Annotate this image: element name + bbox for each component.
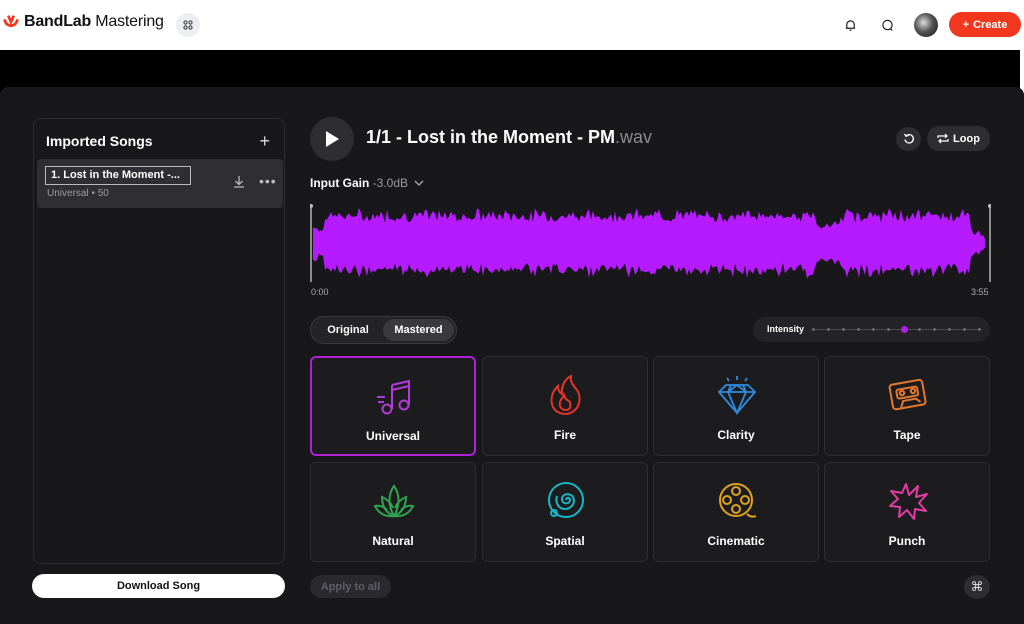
song-preset-meta: Universal • 50: [47, 188, 109, 199]
preset-card-universal[interactable]: Universal: [310, 356, 476, 456]
preset-card-spatial[interactable]: Spatial: [482, 462, 648, 562]
intensity-step[interactable]: [856, 328, 860, 331]
play-icon: [326, 131, 339, 147]
time-end: 3:55: [971, 287, 989, 297]
intensity-step[interactable]: [811, 328, 815, 331]
lotus-icon: [374, 484, 414, 518]
preset-label: Universal: [365, 429, 421, 443]
top-navigation-bar: BandLab Mastering + Create: [0, 0, 1024, 50]
brand-name: BandLab Mastering: [24, 13, 164, 30]
film-reel-icon: [719, 483, 757, 518]
bandlab-logo-icon: [3, 15, 19, 27]
list-item[interactable]: 1. Lost in the Moment -... Universal • 5…: [37, 159, 283, 208]
download-icon[interactable]: [233, 175, 245, 191]
marker-handle[interactable]: [310, 204, 313, 208]
preset-label: Cinematic: [707, 534, 765, 548]
brand-logo[interactable]: BandLab Mastering: [2, 13, 164, 31]
preset-label: Tape: [893, 428, 921, 442]
avatar[interactable]: [914, 13, 938, 37]
command-icon: ⌘: [970, 579, 984, 594]
add-song-button[interactable]: +: [259, 131, 270, 152]
messages-button[interactable]: [877, 15, 897, 35]
flame-icon: [550, 374, 581, 416]
preset-label: Fire: [553, 428, 576, 442]
intensity-handle[interactable]: [900, 326, 908, 333]
marker-handle[interactable]: [988, 204, 991, 208]
preset-card-punch[interactable]: Punch: [824, 462, 990, 562]
chevron-down-icon: [414, 180, 424, 186]
intensity-slider[interactable]: Intensity: [753, 317, 990, 342]
intensity-step[interactable]: [841, 328, 845, 331]
diamond-icon: [717, 376, 757, 416]
music-note-icon: [377, 379, 410, 415]
intensity-step[interactable]: [947, 328, 951, 331]
preset-card-clarity[interactable]: Clarity: [653, 356, 819, 456]
bell-icon: [845, 19, 855, 31]
play-button[interactable]: [310, 117, 354, 161]
cassette-icon: [888, 378, 927, 411]
original-toggle[interactable]: Original: [315, 319, 381, 341]
loop-button[interactable]: Loop: [927, 126, 990, 151]
intensity-step[interactable]: [871, 328, 875, 331]
song-title-field[interactable]: 1. Lost in the Moment -...: [45, 166, 191, 185]
intensity-step[interactable]: [917, 328, 921, 331]
time-start: 0:00: [311, 287, 329, 297]
apps-grid-icon: [183, 20, 193, 30]
panel-title: Imported Songs: [46, 133, 153, 149]
reset-button[interactable]: [896, 127, 921, 151]
mastered-toggle[interactable]: Mastered: [383, 319, 454, 341]
compare-toggle: Original Mastered: [310, 316, 457, 344]
intensity-step[interactable]: [977, 328, 981, 331]
preset-card-natural[interactable]: Natural: [310, 462, 476, 562]
input-gain-dropdown[interactable]: Input Gain -3.0dB: [310, 176, 424, 190]
intensity-step[interactable]: [826, 328, 830, 331]
download-song-button[interactable]: Download Song: [32, 574, 285, 598]
notifications-button[interactable]: [840, 15, 860, 35]
more-options-icon[interactable]: •••: [259, 173, 277, 189]
reset-icon: [903, 133, 914, 144]
preset-label: Natural: [372, 534, 414, 548]
preset-card-fire[interactable]: Fire: [482, 356, 648, 456]
intensity-step[interactable]: [886, 328, 890, 331]
apply-to-all-button[interactable]: Apply to all: [310, 575, 391, 598]
intensity-label: Intensity: [767, 324, 805, 334]
burst-icon: [889, 483, 928, 520]
preset-label: Punch: [888, 534, 926, 548]
spiral-icon: [548, 482, 584, 518]
intensity-step[interactable]: [962, 328, 966, 331]
imported-songs-panel: Imported Songs + 1. Lost in the Moment -…: [33, 118, 285, 564]
plus-icon: +: [962, 18, 970, 31]
intensity-step[interactable]: [932, 328, 936, 331]
keyboard-shortcuts-button[interactable]: ⌘: [964, 575, 990, 599]
create-button[interactable]: + Create: [949, 12, 1021, 37]
preset-label: Spatial: [545, 534, 585, 548]
track-title: 1/1 - Lost in the Moment - PM.wav: [366, 127, 653, 147]
chat-icon: [881, 19, 893, 31]
preset-card-cinematic[interactable]: Cinematic: [653, 462, 819, 562]
loop-icon: [937, 133, 949, 144]
preset-label: Clarity: [717, 428, 755, 442]
waveform[interactable]: [310, 204, 991, 282]
waveform-shape: [313, 208, 985, 279]
apps-grid-button[interactable]: [176, 13, 200, 37]
intensity-track[interactable]: [811, 326, 981, 333]
preset-card-tape[interactable]: Tape: [824, 356, 990, 456]
